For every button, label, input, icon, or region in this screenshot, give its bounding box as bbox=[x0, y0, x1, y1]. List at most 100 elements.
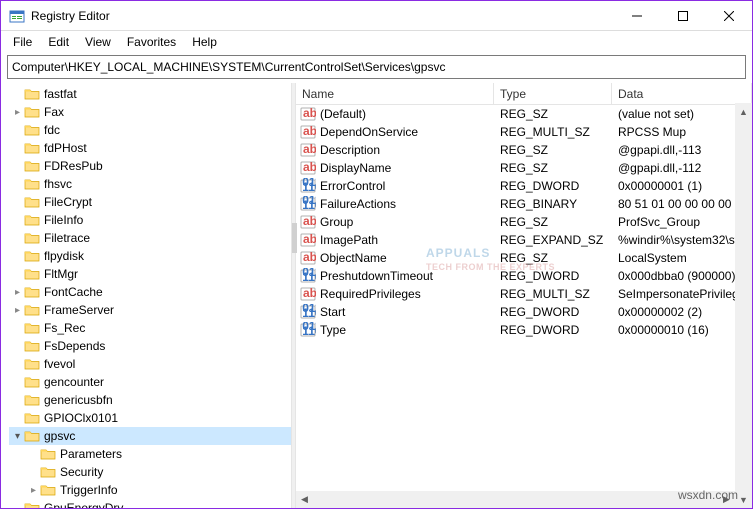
folder-icon bbox=[24, 177, 40, 191]
tree-label: FrameServer bbox=[44, 303, 114, 317]
scroll-up-icon[interactable]: ▲ bbox=[735, 103, 752, 120]
value-row[interactable]: abDescriptionREG_SZ@gpapi.dll,-113 bbox=[296, 141, 752, 159]
string-value-icon: ab bbox=[300, 232, 316, 248]
tree-item[interactable]: Filetrace bbox=[9, 229, 291, 247]
expand-glyph-icon[interactable] bbox=[11, 431, 24, 442]
value-row[interactable]: 011110TypeREG_DWORD0x00000010 (16) bbox=[296, 321, 752, 339]
value-row[interactable]: abDisplayNameREG_SZ@gpapi.dll,-112 bbox=[296, 159, 752, 177]
value-row[interactable]: 011110StartREG_DWORD0x00000002 (2) bbox=[296, 303, 752, 321]
value-row[interactable]: 011110FailureActionsREG_BINARY80 51 01 0… bbox=[296, 195, 752, 213]
tree-item[interactable]: FDResPub bbox=[9, 157, 291, 175]
tree-list: fastfat Fax fdc fdPHostFDResPubfhsvc FileCry… bbox=[1, 83, 291, 508]
tree-item[interactable]: FileCrypt bbox=[9, 193, 291, 211]
folder-icon bbox=[24, 267, 40, 281]
tree-label: FileCrypt bbox=[44, 195, 92, 209]
tree-item[interactable]: fvevol bbox=[9, 355, 291, 373]
column-header-name[interactable]: Name bbox=[296, 83, 494, 104]
title-bar: Registry Editor bbox=[1, 1, 752, 31]
minimize-button[interactable] bbox=[614, 1, 660, 31]
folder-icon bbox=[24, 429, 40, 443]
tree-item[interactable]: FontCache bbox=[9, 283, 291, 301]
tree-item[interactable]: fdPHost bbox=[9, 139, 291, 157]
column-header-data[interactable]: Data bbox=[612, 83, 752, 104]
value-row[interactable]: 011110ErrorControlREG_DWORD0x00000001 (1… bbox=[296, 177, 752, 195]
vertical-scrollbar[interactable]: ▲▼ bbox=[735, 103, 752, 508]
tree-item[interactable]: gencounter bbox=[9, 373, 291, 391]
close-button[interactable] bbox=[706, 1, 752, 31]
tree-item[interactable]: Security bbox=[9, 463, 291, 481]
svg-text:110: 110 bbox=[302, 270, 316, 284]
folder-icon bbox=[24, 141, 40, 155]
maximize-button[interactable] bbox=[660, 1, 706, 31]
tree-item[interactable]: FrameServer bbox=[9, 301, 291, 319]
tree-label: GpuEnergyDrv bbox=[44, 501, 123, 508]
tree-item[interactable]: flpydisk bbox=[9, 247, 291, 265]
tree-item[interactable]: FsDepends bbox=[9, 337, 291, 355]
folder-icon bbox=[24, 285, 40, 299]
svg-text:ab: ab bbox=[303, 214, 316, 228]
tree-item[interactable]: fdc bbox=[9, 121, 291, 139]
values-header: Name Type Data bbox=[296, 83, 752, 105]
tree-item[interactable]: gpsvc bbox=[9, 427, 291, 445]
menu-favorites[interactable]: Favorites bbox=[119, 33, 184, 51]
tree-item[interactable]: fhsvc bbox=[9, 175, 291, 193]
folder-icon bbox=[24, 303, 40, 317]
value-type: REG_DWORD bbox=[494, 179, 612, 193]
value-name: ObjectName bbox=[320, 251, 494, 265]
expand-glyph-icon[interactable] bbox=[11, 287, 24, 298]
svg-text:110: 110 bbox=[302, 306, 316, 320]
binary-value-icon: 011110 bbox=[300, 322, 316, 338]
value-name: DisplayName bbox=[320, 161, 494, 175]
menu-help[interactable]: Help bbox=[184, 33, 225, 51]
value-row[interactable]: 011110PreshutdownTimeoutREG_DWORD0x000db… bbox=[296, 267, 752, 285]
expand-glyph-icon[interactable] bbox=[11, 107, 24, 118]
address-bar[interactable]: Computer\HKEY_LOCAL_MACHINE\SYSTEM\Curre… bbox=[7, 55, 746, 79]
value-row[interactable]: abDependOnServiceREG_MULTI_SZRPCSS Mup bbox=[296, 123, 752, 141]
menu-file[interactable]: File bbox=[5, 33, 40, 51]
value-row[interactable]: abImagePathREG_EXPAND_SZ%windir%\system3… bbox=[296, 231, 752, 249]
window-title: Registry Editor bbox=[31, 9, 614, 23]
expand-glyph-icon[interactable] bbox=[27, 485, 40, 496]
value-row[interactable]: abRequiredPrivilegesREG_MULTI_SZSeImpers… bbox=[296, 285, 752, 303]
tree-label: FltMgr bbox=[44, 267, 78, 281]
tree-item[interactable]: fastfat bbox=[9, 85, 291, 103]
scroll-left-icon[interactable]: ◀ bbox=[296, 491, 313, 508]
column-header-type[interactable]: Type bbox=[494, 83, 612, 104]
tree-item[interactable]: TriggerInfo bbox=[9, 481, 291, 499]
tree-item[interactable]: Fax bbox=[9, 103, 291, 121]
folder-icon bbox=[24, 375, 40, 389]
expand-glyph-icon[interactable] bbox=[11, 305, 24, 316]
string-value-icon: ab bbox=[300, 250, 316, 266]
value-row[interactable]: ab(Default)REG_SZ(value not set) bbox=[296, 105, 752, 123]
horizontal-scrollbar[interactable]: ◀▶ bbox=[296, 491, 735, 508]
folder-icon bbox=[24, 213, 40, 227]
tree-item[interactable]: FltMgr bbox=[9, 265, 291, 283]
tree-item[interactable]: GpuEnergyDrv bbox=[9, 499, 291, 508]
value-row[interactable]: abObjectNameREG_SZLocalSystem bbox=[296, 249, 752, 267]
value-row[interactable]: abGroupREG_SZProfSvc_Group bbox=[296, 213, 752, 231]
tree-label: gpsvc bbox=[44, 429, 75, 443]
value-data: @gpapi.dll,-112 bbox=[612, 161, 752, 175]
tree-label: GPIOClx0101 bbox=[44, 411, 118, 425]
tree-panel: fastfat Fax fdc fdPHostFDResPubfhsvc FileCry… bbox=[1, 83, 291, 508]
string-value-icon: ab bbox=[300, 286, 316, 302]
menu-edit[interactable]: Edit bbox=[40, 33, 77, 51]
menu-bar: File Edit View Favorites Help bbox=[1, 31, 752, 53]
tree-item[interactable]: Parameters bbox=[9, 445, 291, 463]
value-name: FailureActions bbox=[320, 197, 494, 211]
menu-view[interactable]: View bbox=[77, 33, 119, 51]
value-type: REG_SZ bbox=[494, 161, 612, 175]
tree-label: FontCache bbox=[44, 285, 103, 299]
tree-item[interactable]: Fs_Rec bbox=[9, 319, 291, 337]
values-panel: Name Type Data ab(Default)REG_SZ(value n… bbox=[296, 83, 752, 508]
tree-item[interactable]: genericusbfn bbox=[9, 391, 291, 409]
value-name: RequiredPrivileges bbox=[320, 287, 494, 301]
tree-label: fastfat bbox=[44, 87, 77, 101]
value-type: REG_SZ bbox=[494, 143, 612, 157]
tree-item[interactable]: FileInfo bbox=[9, 211, 291, 229]
tree-item[interactable]: GPIOClx0101 bbox=[9, 409, 291, 427]
folder-icon bbox=[24, 501, 40, 508]
value-data: ProfSvc_Group bbox=[612, 215, 752, 229]
tree-label: fdc bbox=[44, 123, 60, 137]
value-name: Group bbox=[320, 215, 494, 229]
